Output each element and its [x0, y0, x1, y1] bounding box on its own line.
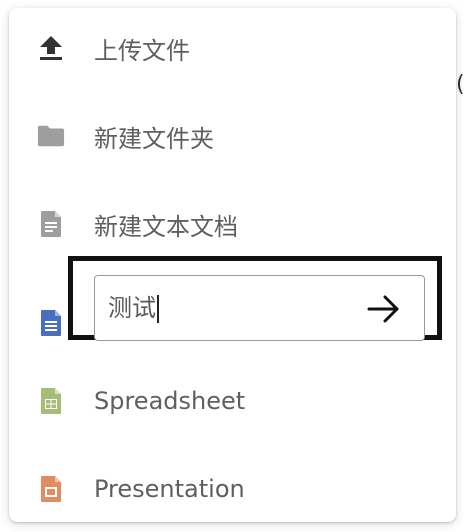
upload-icon [37, 33, 65, 63]
spreadsheet-icon [37, 386, 65, 416]
text-document-icon [37, 209, 65, 239]
menu-item-upload-file[interactable]: 上传文件 [9, 18, 456, 78]
presentation-icon [37, 474, 65, 504]
menu-item-new-text-document[interactable]: 新建文本文档 [9, 194, 456, 254]
menu-item-label: Spreadsheet [94, 387, 246, 415]
menu-item-label: 新建文件夹 [94, 124, 214, 153]
menu-item-label: 上传文件 [94, 36, 190, 65]
folder-icon [37, 121, 65, 151]
page: ) ) ( 上传文件 新建文件夹 [0, 0, 466, 532]
menu-item-new-presentation[interactable]: Presentation [9, 459, 456, 519]
menu-item-label: 新建文本文档 [94, 212, 238, 241]
filename-input-value: 测试 [108, 294, 156, 322]
document-icon [37, 308, 65, 338]
menu-item-new-spreadsheet[interactable]: Spreadsheet [9, 371, 456, 431]
menu-item-label: Presentation [94, 475, 245, 503]
filename-input[interactable]: 测试 [94, 275, 425, 341]
rename-highlight-box: 测试 [68, 256, 442, 341]
filename-input-value-wrap: 测试 [108, 293, 159, 323]
text-caret [157, 295, 159, 323]
menu-item-new-folder[interactable]: 新建文件夹 [9, 106, 456, 166]
arrow-right-icon[interactable] [366, 293, 402, 325]
background-edge-right: ( [456, 72, 465, 97]
